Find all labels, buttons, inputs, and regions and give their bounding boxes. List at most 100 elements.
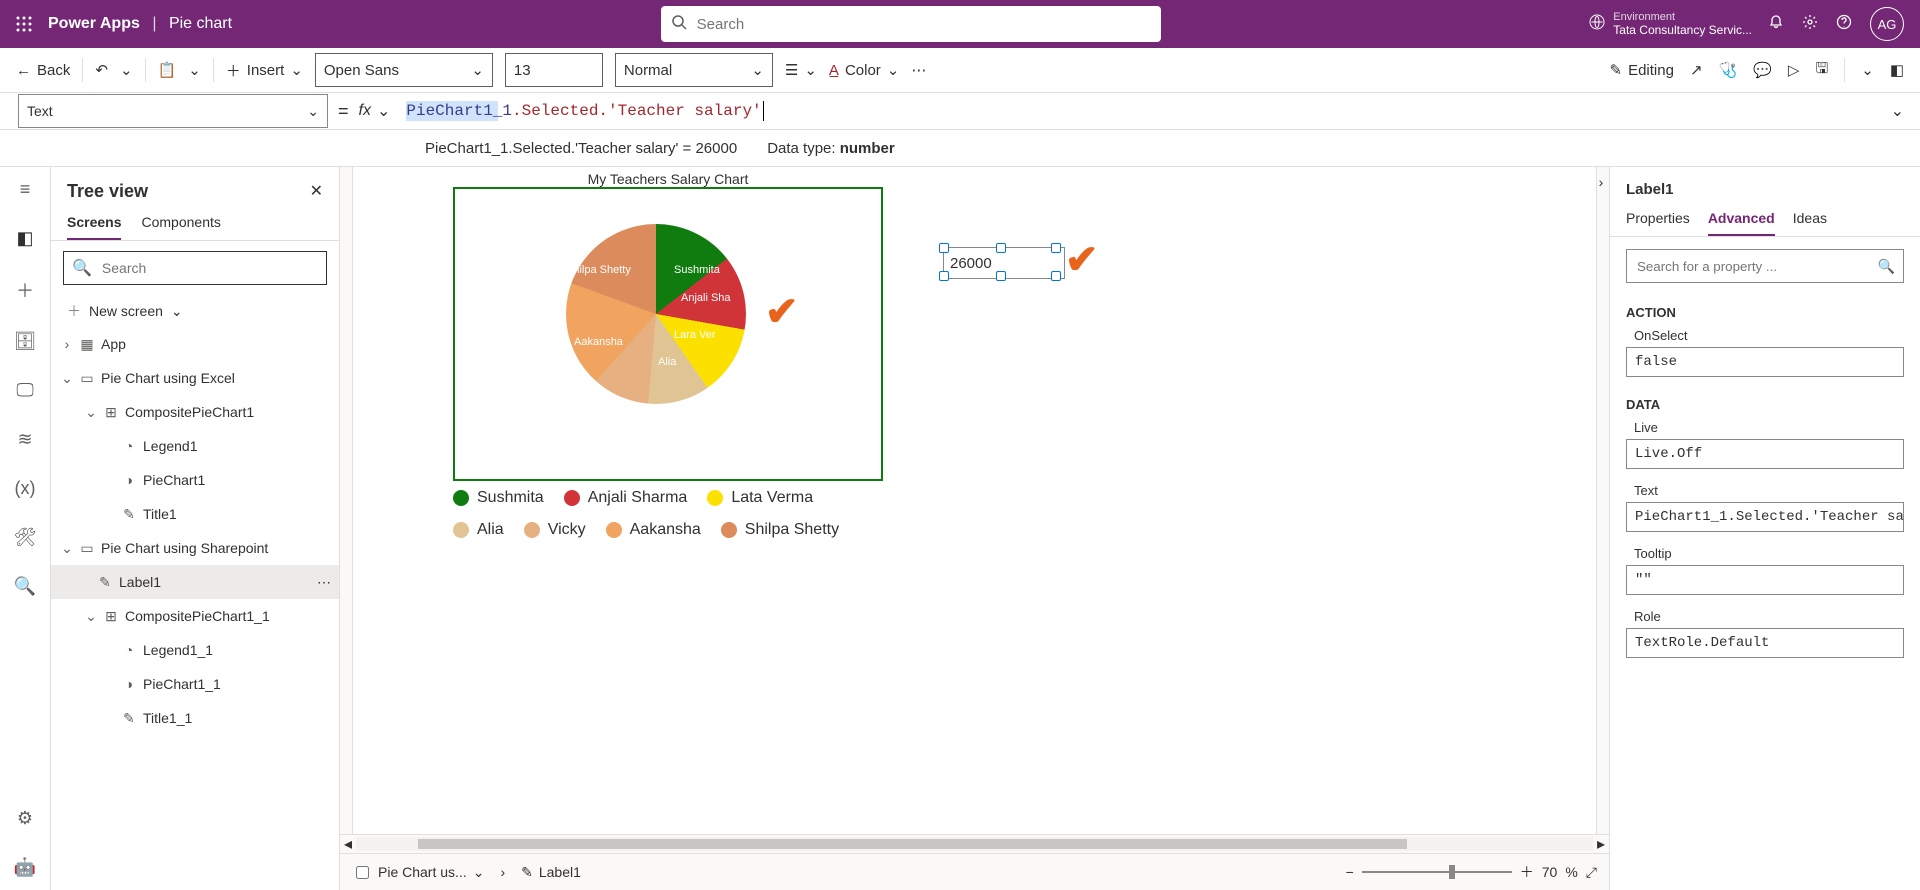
tree-item-composite1[interactable]: ⌄⊞CompositePieChart1 — [51, 395, 339, 429]
avatar[interactable]: AG — [1870, 7, 1904, 41]
font-family-dropdown[interactable]: Open Sans⌄ — [315, 53, 493, 87]
close-icon[interactable]: ✕ — [310, 181, 323, 202]
item-more-icon[interactable]: ⋯ — [317, 574, 331, 591]
rail-variables-icon[interactable]: (x) — [15, 478, 36, 499]
publish-dropdown[interactable]: ⌄ — [1861, 61, 1874, 79]
search-input[interactable] — [695, 15, 1151, 34]
legend-item[interactable]: Anjali Sharma — [564, 489, 688, 507]
tree-item-app[interactable]: ›▦App — [51, 327, 339, 361]
legend-item[interactable]: Shilpa Shetty — [721, 521, 839, 539]
scroll-right-icon[interactable]: ▸ — [1597, 834, 1605, 854]
share-icon[interactable]: ↗ — [1690, 61, 1703, 79]
chart-title[interactable]: My Teachers Salary Chart — [453, 171, 883, 187]
rail-hamburger-icon[interactable]: ≡ — [20, 179, 31, 200]
paste-button[interactable]: 📋 — [158, 61, 177, 79]
preview-icon[interactable]: ▷ — [1788, 61, 1800, 79]
footer-screen-crumb[interactable]: Pie Chart us... ⌄ — [352, 863, 484, 882]
screen-checkbox[interactable] — [356, 866, 369, 879]
tab-screens[interactable]: Screens — [67, 206, 121, 240]
rail-media-icon[interactable]: 🖵 — [16, 380, 33, 401]
tab-properties[interactable]: Properties — [1626, 202, 1690, 236]
app-name[interactable]: Power Apps — [48, 15, 140, 32]
legend-item[interactable]: Vicky — [524, 521, 586, 539]
tree-item-screen-sp[interactable]: ⌄▭Pie Chart using Sharepoint — [51, 531, 339, 565]
chevron-down-icon[interactable]: ⌄ — [377, 101, 390, 121]
notifications-icon[interactable] — [1768, 14, 1784, 35]
insert-button[interactable]: ＋ Insert ⌄ — [226, 60, 303, 81]
canvas-h-scrollbar[interactable]: ◂ ▸ — [340, 834, 1609, 853]
rail-tools-icon[interactable]: 🛠 — [14, 527, 37, 548]
chart-legend[interactable]: Sushmita Anjali Sharma Lata Verma Alia Vicky… — [453, 489, 873, 539]
settings-icon[interactable] — [1802, 14, 1818, 35]
environment[interactable]: Environment Tata Consultancy Servic... — [1589, 11, 1768, 37]
zoom-out-button[interactable]: − — [1346, 864, 1354, 880]
prop-tooltip-input[interactable]: "" — [1626, 565, 1904, 595]
tree-item-legend1[interactable]: ◔Legend1 — [51, 429, 339, 463]
overflow-button[interactable]: ⋯ — [911, 61, 926, 79]
rail-ask-icon[interactable]: 🤖 — [14, 857, 36, 878]
prop-text-input[interactable]: PieChart1_1.Selected.'Teacher salary' — [1626, 502, 1904, 532]
formula-input[interactable]: PieChart1_1.Selected.'Teacher salary' — [406, 93, 1874, 129]
paste-dropdown[interactable]: ⌄ — [188, 61, 201, 79]
color-button[interactable]: A̲ Color ⌄ — [829, 61, 899, 79]
slice-label: Lara Ver — [674, 329, 716, 341]
scroll-left-icon[interactable]: ◂ — [344, 834, 352, 854]
zoom-slider[interactable] — [1362, 871, 1512, 873]
tree-item-piechart1[interactable]: ◑PieChart1 — [51, 463, 339, 497]
tree-item-piechart2[interactable]: ◑PieChart1_1 — [51, 667, 339, 701]
tree-item-legend2[interactable]: ◔Legend1_1 — [51, 633, 339, 667]
help-icon[interactable] — [1836, 14, 1852, 35]
rail-insert-icon[interactable]: ＋ — [16, 277, 34, 303]
selected-label-control[interactable]: 26000 — [943, 247, 1057, 277]
font-weight-dropdown[interactable]: Normal⌄ — [615, 53, 773, 87]
legend-item[interactable]: Lata Verma — [707, 489, 813, 507]
publish-icon[interactable]: ◧ — [1890, 61, 1904, 79]
property-search[interactable]: 🔍 — [1626, 249, 1904, 283]
footer-label-crumb[interactable]: ✎ Label1 — [521, 864, 581, 881]
tree-item-title2[interactable]: ✎Title1_1 — [51, 701, 339, 735]
collapse-pane-icon[interactable]: › — [1592, 167, 1610, 197]
prop-live-input[interactable]: Live.Off — [1626, 439, 1904, 469]
scrollbar-thumb[interactable] — [418, 839, 1408, 849]
save-icon[interactable]: 🖫 — [1815, 58, 1828, 83]
align-button[interactable]: ☰⌄ — [785, 61, 817, 79]
comments-icon[interactable]: 💬 — [1753, 61, 1772, 79]
rail-data-icon[interactable]: 🗄 — [14, 331, 37, 352]
legend-item[interactable]: Aakansha — [606, 521, 701, 539]
tree-search-input[interactable] — [100, 259, 318, 277]
font-size-input[interactable]: 13 — [505, 53, 603, 87]
undo-button[interactable]: ↶ — [95, 61, 108, 79]
editing-mode[interactable]: ✎ Editing — [1610, 61, 1674, 79]
tab-ideas[interactable]: Ideas — [1793, 202, 1827, 236]
expand-formula-icon[interactable]: ⌄ — [1891, 101, 1904, 121]
rail-settings-icon[interactable]: ⚙ — [17, 808, 33, 829]
property-search-input[interactable] — [1635, 258, 1870, 275]
checker-icon[interactable]: 🩺 — [1719, 61, 1738, 79]
tree-item-label1[interactable]: ✎Label1 ⋯ — [51, 565, 339, 599]
fit-icon[interactable]: ⤢ — [1586, 864, 1597, 881]
tree-item-composite2[interactable]: ⌄⊞CompositePieChart1_1 — [51, 599, 339, 633]
new-screen-button[interactable]: ＋ New screen ⌄ — [51, 295, 339, 327]
prop-onselect-input[interactable]: false — [1626, 347, 1904, 377]
pie-chart[interactable]: Sushmita Anjali Sha Lara Ver Alia Aakans… — [566, 224, 746, 404]
undo-dropdown[interactable]: ⌄ — [120, 61, 133, 79]
tab-components[interactable]: Components — [141, 206, 220, 240]
piechart-container[interactable]: Sushmita Anjali Sha Lara Ver Alia Aakans… — [453, 187, 883, 481]
prop-role-input[interactable]: TextRole.Default — [1626, 628, 1904, 658]
canvas[interactable]: My Teachers Salary Chart Sushmita Anjali… — [352, 167, 1597, 834]
global-search[interactable] — [661, 6, 1161, 42]
zoom-in-button[interactable]: ＋ — [1520, 862, 1534, 882]
rail-search-icon[interactable]: 🔍 — [14, 576, 36, 597]
rail-flows-icon[interactable]: ≋ — [17, 429, 32, 450]
legend-item[interactable]: Sushmita — [453, 489, 544, 507]
legend-item[interactable]: Alia — [453, 521, 504, 539]
tree-search[interactable]: 🔍 — [63, 251, 327, 285]
tab-advanced[interactable]: Advanced — [1708, 202, 1775, 236]
back-button[interactable]: ← Back — [16, 62, 70, 79]
rail-tree-icon[interactable]: ◧ — [16, 228, 33, 249]
waffle-icon[interactable] — [0, 16, 48, 32]
property-selector[interactable]: Text ⌄ — [18, 94, 328, 128]
page-name[interactable]: Pie chart — [169, 15, 232, 32]
tree-item-title1[interactable]: ✎Title1 — [51, 497, 339, 531]
tree-item-screen-excel[interactable]: ⌄▭Pie Chart using Excel — [51, 361, 339, 395]
